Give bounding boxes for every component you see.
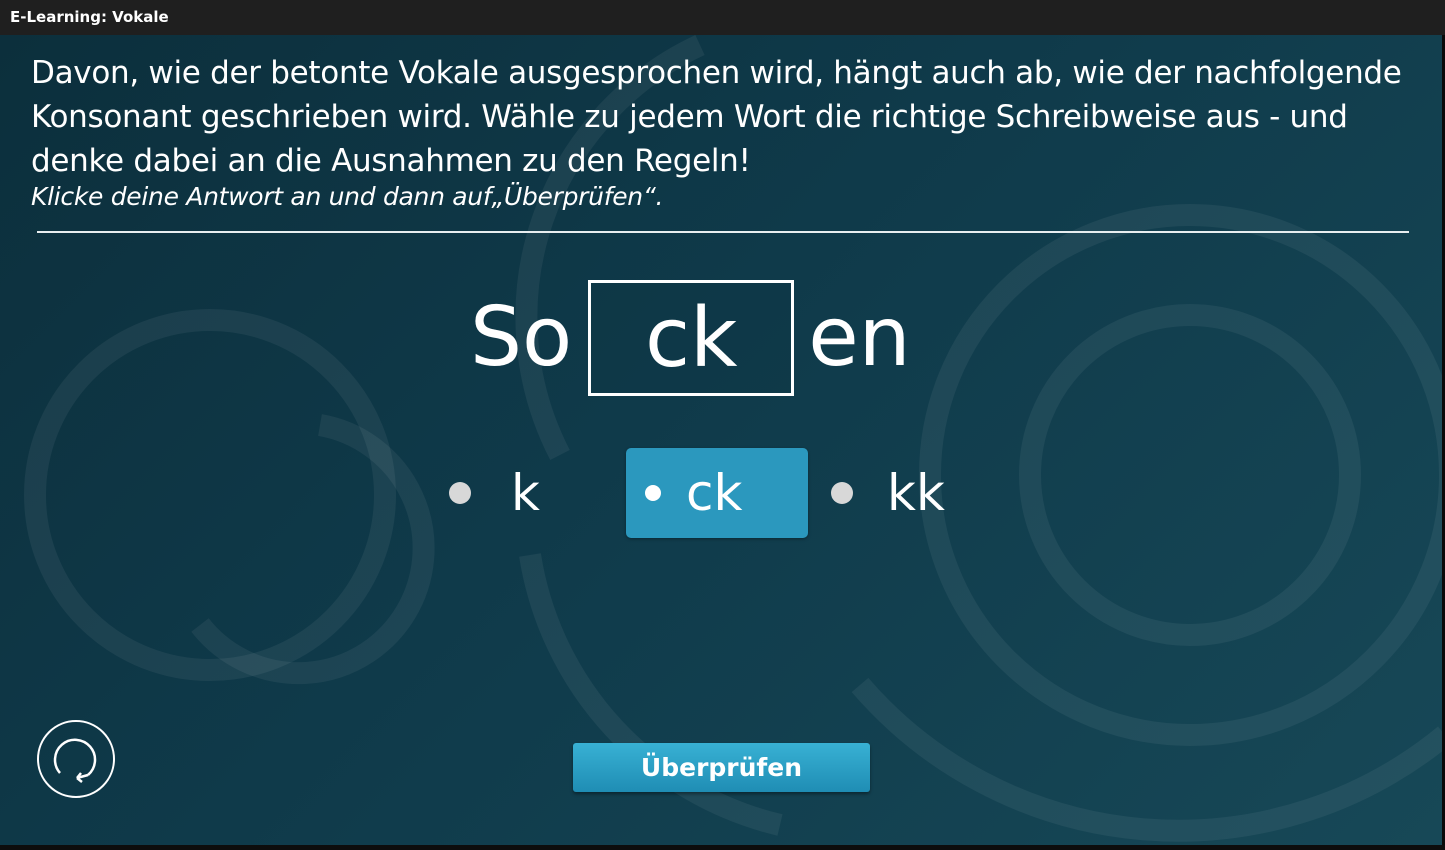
exercise-stage: Davon, wie der betonte Vokale ausgesproc… [0, 35, 1445, 845]
option-label: k [511, 464, 540, 522]
option-label: kk [887, 464, 945, 522]
radio-button[interactable] [449, 482, 471, 504]
radio-button[interactable] [831, 482, 853, 504]
reset-icon [37, 720, 115, 798]
word-suffix: en [808, 290, 911, 385]
option-ck[interactable]: ck [626, 448, 808, 538]
reset-button[interactable] [36, 719, 116, 799]
bottom-border [0, 845, 1445, 850]
answer-options: k ck kk [0, 448, 1442, 538]
radio-button-selected[interactable] [640, 480, 666, 506]
app-window: E-Learning: Vokale Davon, wie der betont… [0, 0, 1445, 850]
answer-gap: ck [588, 280, 795, 396]
target-word: So ck en [470, 280, 911, 396]
check-button[interactable]: Überprüfen [573, 743, 870, 792]
word-prefix: So [470, 290, 573, 385]
option-label: ck [686, 464, 743, 522]
instruction-hint: Klicke deine Antwort an und dann auf„Übe… [31, 182, 664, 211]
divider-line [37, 231, 1409, 233]
option-kk[interactable]: kk [820, 448, 970, 538]
window-title: E-Learning: Vokale [0, 0, 1445, 35]
answer-gap-value: ck [644, 290, 738, 386]
option-k[interactable]: k [438, 448, 578, 538]
instruction-text: Davon, wie der betonte Vokale ausgesproc… [31, 55, 1402, 179]
